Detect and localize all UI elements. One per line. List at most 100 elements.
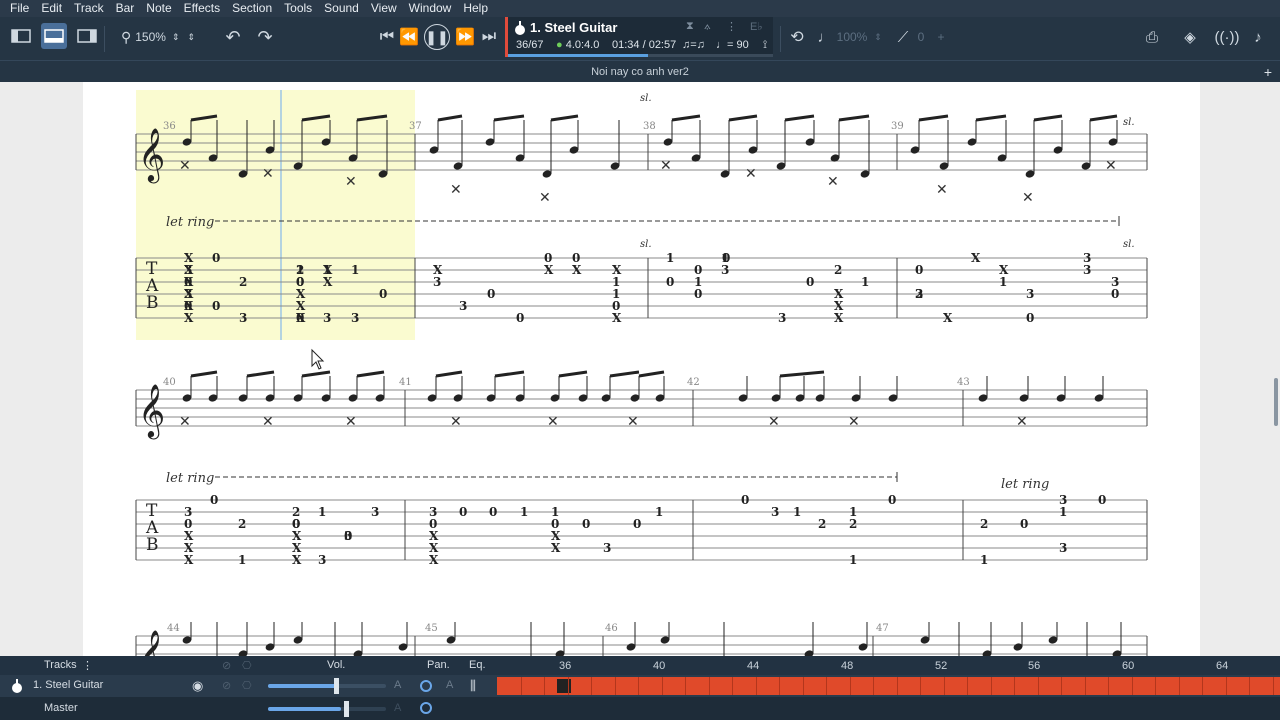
tab-fret-number: 0: [1098, 493, 1106, 507]
redo-icon[interactable]: ↷: [252, 26, 278, 48]
timeline-cell-divider: [1225, 677, 1227, 695]
menu-item-edit[interactable]: Edit: [35, 0, 68, 17]
tab-fret-number: 3: [351, 311, 359, 325]
add-tab-icon[interactable]: +: [1264, 61, 1272, 83]
tab-fret-number: 3: [721, 263, 729, 277]
ruler-bar-number: 36: [559, 660, 572, 672]
vertical-scrollbar[interactable]: [1274, 378, 1278, 426]
volume-fader-handle[interactable]: [334, 678, 339, 694]
last-bar-icon[interactable]: ⏭: [478, 26, 500, 48]
capo-icon[interactable]: ⟋: [892, 26, 914, 48]
page-view-toggle-icon[interactable]: [41, 23, 67, 49]
track-title: 1. Steel Guitar: [530, 20, 618, 35]
tab-fret-number: 3: [778, 311, 786, 325]
bar-number: 43: [957, 377, 970, 388]
undo-icon[interactable]: ↶: [220, 26, 246, 48]
timeline-cell-divider: [614, 677, 616, 695]
tab-fret-number: X: [184, 553, 194, 567]
dead-note-x: ✕: [345, 414, 357, 430]
chevron-up-down-icon[interactable]: ⇕: [872, 26, 884, 48]
menu-item-track[interactable]: Track: [68, 0, 110, 17]
fast-forward-icon[interactable]: ⏩: [454, 26, 476, 48]
tab-fret-number: 0: [582, 517, 590, 531]
zoom-control[interactable]: ⚲ 150% ⇕ ⇕: [110, 26, 206, 48]
equalizer-icon[interactable]: ⫼: [470, 678, 476, 694]
master-volume-fader[interactable]: [268, 707, 386, 711]
timeline-cell-divider: [849, 677, 851, 695]
timeline-cell-divider: [967, 677, 968, 695]
chevron-up-down-icon[interactable]: ⇕: [172, 32, 180, 43]
track-timeline[interactable]: [497, 677, 1280, 695]
track-name[interactable]: 1. Steel Guitar: [33, 679, 103, 691]
ruler-bar-number: 44: [747, 660, 760, 672]
layout-toggle-icon[interactable]: ⇕: [187, 32, 195, 43]
plus-icon[interactable]: +: [934, 26, 948, 48]
menu-item-file[interactable]: File: [4, 0, 35, 17]
menu-item-help[interactable]: Help: [457, 0, 494, 17]
automation-icon[interactable]: A: [394, 679, 401, 691]
guitar-icon[interactable]: ♪: [1246, 26, 1270, 48]
treble-clef: 𝄞: [138, 383, 165, 439]
triplet-feel-icon[interactable]: ♫=♫: [682, 39, 705, 51]
current-track-display[interactable]: 1. Steel Guitar 36/67 ● 4.0:4.0 01:34 / …: [505, 17, 773, 57]
timeline-cell-divider: [591, 677, 592, 695]
dead-note-x: ✕: [539, 190, 551, 206]
rewind-icon[interactable]: ⏪: [398, 26, 420, 48]
timeline-cell-divider: [1249, 677, 1250, 695]
master-automation-icon[interactable]: A: [394, 702, 401, 714]
score-view[interactable]: 𝄞 T A B 36 37 38 39 ✕ ✕ ✕ ✕ ✕ ✕ ✕ ✕ ✕ ✕ ✕ let ring sl. sl. sl.…: [0, 82, 1280, 656]
tab-fret-number: 0: [722, 251, 730, 265]
tuner-icon[interactable]: ◈: [1178, 26, 1202, 48]
more-icon[interactable]: ⋮: [82, 659, 93, 672]
dead-note-x: ✕: [450, 182, 462, 198]
mute-header-icon: ⊘: [222, 660, 232, 672]
playback-volume[interactable]: 100%: [834, 26, 870, 48]
playback-progress-bar[interactable]: [508, 54, 773, 57]
menu-item-view[interactable]: View: [365, 0, 403, 17]
acoustic-guitar-icon: [12, 679, 22, 693]
menu-item-effects[interactable]: Effects: [178, 0, 226, 17]
key-icon[interactable]: E♭: [750, 20, 763, 33]
track-row[interactable]: 1. Steel Guitar ◉ ⊘ ⎔ A A ⫼: [0, 675, 1280, 697]
timeline-cell-divider: [779, 677, 780, 695]
dead-note-x: ✕: [848, 414, 860, 430]
audio-input-icon[interactable]: ((·)): [1214, 26, 1240, 48]
timeline-cell-divider: [873, 677, 874, 695]
metronome-note-icon[interactable]: ♩: [816, 26, 834, 48]
print-icon[interactable]: ⎙: [1140, 26, 1164, 48]
pan-automation-icon[interactable]: A: [446, 679, 453, 691]
master-pan-knob[interactable]: [420, 702, 432, 714]
capo-value[interactable]: 0: [914, 26, 928, 48]
tab-fret-number: 1: [666, 251, 674, 265]
tempo[interactable]: ♩= 90: [716, 39, 749, 51]
more-icon[interactable]: ⋮: [726, 20, 737, 33]
menu-item-section[interactable]: Section: [226, 0, 278, 17]
tab-fret-number: 2: [915, 287, 923, 301]
loop-icon[interactable]: ⟲: [786, 26, 808, 48]
menu-item-window[interactable]: Window: [403, 0, 458, 17]
pause-icon[interactable]: ❚❚: [424, 24, 450, 50]
left-panel-toggle-icon[interactable]: [8, 23, 34, 49]
tuning-fork-icon[interactable]: ⟑: [704, 20, 711, 33]
mute-icon[interactable]: ⊘: [222, 679, 231, 692]
solo-headphones-icon[interactable]: ⎔: [242, 679, 252, 692]
timeline-cell-divider: [826, 677, 827, 695]
menu-item-bar[interactable]: Bar: [110, 0, 141, 17]
visibility-eye-icon[interactable]: ◉: [192, 678, 203, 694]
master-volume-handle[interactable]: [344, 701, 349, 717]
toolbar-separator: [780, 26, 781, 52]
pan-knob[interactable]: [420, 680, 432, 692]
menu-item-note[interactable]: Note: [140, 0, 177, 17]
hourglass-icon[interactable]: ⧗: [686, 20, 694, 33]
timeline-cell-divider: [1037, 677, 1039, 695]
timeline-cell-divider: [732, 677, 733, 695]
first-bar-icon[interactable]: ⏮: [376, 26, 398, 48]
right-panel-toggle-icon[interactable]: [74, 23, 100, 49]
tab-fret-number: 0: [1020, 517, 1028, 531]
menu-item-tools[interactable]: Tools: [278, 0, 318, 17]
metronome-icon[interactable]: ⟟: [763, 39, 767, 52]
tab-fret-number: X: [323, 275, 333, 289]
track-volume-fader[interactable]: [268, 684, 386, 688]
menu-item-sound[interactable]: Sound: [318, 0, 365, 17]
notation-canvas[interactable]: 𝄞TAB36 37 38 39✕ ✕ ✕ ✕ ✕✕ ✕ ✕ ✕ ✕✕let ringsl.sl.sl.…: [83, 82, 1200, 656]
